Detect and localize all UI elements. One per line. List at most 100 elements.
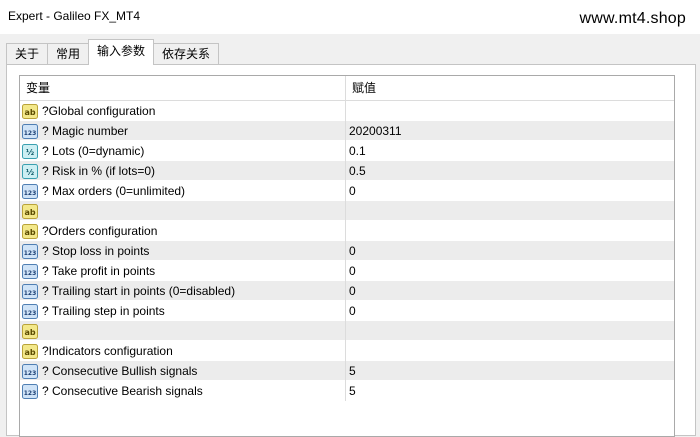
integer-123-icon: 123 [22, 303, 38, 319]
param-name-cell: 123 ? Stop loss in points [20, 241, 346, 261]
param-name-cell: ab [20, 201, 346, 221]
param-value[interactable]: 0.1 [346, 141, 674, 161]
param-name-cell: ab [20, 321, 346, 341]
tab-panel: 变量 赋值 ab ?Global configuration 123 ? Magic … [6, 64, 696, 437]
param-value[interactable] [346, 341, 674, 361]
param-value[interactable]: 0 [346, 301, 674, 321]
tab-dependencies[interactable]: 依存关系 [153, 43, 220, 65]
param-name-cell: ½ ? Risk in % (if lots=0) [20, 161, 346, 181]
param-value[interactable] [346, 221, 674, 241]
param-value[interactable]: 0 [346, 181, 674, 201]
param-name: ? Take profit in points [42, 264, 156, 278]
svg-text:ab: ab [24, 228, 35, 237]
integer-123-icon: 123 [22, 363, 38, 379]
table-row[interactable]: ab ?Orders configuration [20, 221, 674, 241]
param-name: ? Magic number [42, 124, 129, 138]
param-name-cell: ab ?Global configuration [20, 101, 346, 121]
table-row[interactable]: ½ ? Lots (0=dynamic) 0.1 [20, 141, 674, 161]
ab-string-icon: ab [22, 203, 38, 219]
table-row[interactable]: ab ?Global configuration [20, 101, 674, 121]
header-value[interactable]: 赋值 [346, 76, 674, 100]
integer-123-icon: 123 [22, 123, 38, 139]
table-row[interactable]: ab [20, 321, 674, 341]
svg-text:123: 123 [24, 390, 37, 397]
svg-text:ab: ab [24, 108, 35, 117]
param-name: ?Orders configuration [42, 224, 158, 238]
watermark-text: www.mt4.shop [579, 10, 686, 27]
parameters-grid: 变量 赋值 ab ?Global configuration 123 ? Magic … [19, 75, 675, 437]
svg-text:½: ½ [26, 167, 34, 177]
param-value[interactable]: 0.5 [346, 161, 674, 181]
grid-header: 变量 赋值 [20, 76, 674, 101]
svg-text:½: ½ [26, 147, 34, 157]
svg-text:123: 123 [24, 190, 37, 197]
tab-inputs[interactable]: 输入参数 [88, 39, 155, 65]
integer-123-icon: 123 [22, 183, 38, 199]
svg-text:123: 123 [24, 130, 37, 137]
param-name-cell: 123 ? Trailing start in points (0=disable… [20, 281, 346, 301]
param-value[interactable] [346, 101, 674, 121]
grid-rows: ab ?Global configuration 123 ? Magic number… [20, 101, 674, 401]
param-name-cell: 123 ? Magic number [20, 121, 346, 141]
svg-text:123: 123 [24, 270, 37, 277]
table-row[interactable]: ab [20, 201, 674, 221]
table-row[interactable]: 123 ? Magic number 20200311 [20, 121, 674, 141]
param-value[interactable] [346, 321, 674, 341]
ab-string-icon: ab [22, 323, 38, 339]
table-row[interactable]: 123 ? Consecutive Bullish signals 5 [20, 361, 674, 381]
table-row[interactable]: ab ?Indicators configuration [20, 341, 674, 361]
svg-text:123: 123 [24, 250, 37, 257]
svg-text:123: 123 [24, 310, 37, 317]
svg-text:123: 123 [24, 290, 37, 297]
param-name: ? Consecutive Bearish signals [42, 384, 203, 398]
param-name-cell: ½ ? Lots (0=dynamic) [20, 141, 346, 161]
param-name: ? Trailing start in points (0=disabled) [42, 284, 236, 298]
table-row[interactable]: 123 ? Trailing step in points 0 [20, 301, 674, 321]
param-value[interactable]: 0 [346, 241, 674, 261]
ab-string-icon: ab [22, 343, 38, 359]
tab-about[interactable]: 关于 [6, 43, 49, 65]
svg-text:ab: ab [24, 328, 35, 337]
table-row[interactable]: 123 ? Max orders (0=unlimited) 0 [20, 181, 674, 201]
param-name: ? Consecutive Bullish signals [42, 364, 198, 378]
param-value[interactable] [346, 201, 674, 221]
table-row[interactable]: ½ ? Risk in % (if lots=0) 0.5 [20, 161, 674, 181]
param-value[interactable]: 20200311 [346, 121, 674, 141]
integer-123-icon: 123 [22, 283, 38, 299]
param-name: ? Risk in % (if lots=0) [42, 164, 156, 178]
integer-123-icon: 123 [22, 243, 38, 259]
integer-123-icon: 123 [22, 383, 38, 399]
param-name: ? Stop loss in points [42, 244, 150, 258]
param-name-cell: 123 ? Take profit in points [20, 261, 346, 281]
double-fraction-icon: ½ [22, 143, 38, 159]
table-row[interactable]: 123 ? Stop loss in points 0 [20, 241, 674, 261]
param-name-cell: 123 ? Trailing step in points [20, 301, 346, 321]
param-value[interactable]: 5 [346, 381, 674, 401]
param-name: ?Global configuration [42, 104, 156, 118]
param-name-cell: ab ?Indicators configuration [20, 341, 346, 361]
param-value[interactable]: 5 [346, 361, 674, 381]
param-name-cell: 123 ? Max orders (0=unlimited) [20, 181, 346, 201]
param-name: ? Max orders (0=unlimited) [42, 184, 186, 198]
tab-common[interactable]: 常用 [47, 43, 90, 65]
header-variable[interactable]: 变量 [20, 76, 346, 100]
integer-123-icon: 123 [22, 263, 38, 279]
table-row[interactable]: 123 ? Take profit in points 0 [20, 261, 674, 281]
param-name: ?Indicators configuration [42, 344, 173, 358]
param-name-cell: 123 ? Consecutive Bullish signals [20, 361, 346, 381]
svg-text:ab: ab [24, 348, 35, 357]
table-row[interactable]: 123 ? Consecutive Bearish signals 5 [20, 381, 674, 401]
param-name: ? Trailing step in points [42, 304, 165, 318]
tab-bar: 关于 常用 输入参数 依存关系 [6, 39, 220, 65]
svg-text:123: 123 [24, 370, 37, 377]
double-fraction-icon: ½ [22, 163, 38, 179]
param-value[interactable]: 0 [346, 281, 674, 301]
window-title: Expert - Galileo FX_MT4 [8, 9, 141, 23]
param-value[interactable]: 0 [346, 261, 674, 281]
window-titlebar: Expert - Galileo FX_MT4 www.mt4.shop [0, 0, 700, 34]
svg-text:ab: ab [24, 208, 35, 217]
ab-string-icon: ab [22, 103, 38, 119]
ab-string-icon: ab [22, 223, 38, 239]
table-row[interactable]: 123 ? Trailing start in points (0=disable… [20, 281, 674, 301]
param-name: ? Lots (0=dynamic) [42, 144, 145, 158]
